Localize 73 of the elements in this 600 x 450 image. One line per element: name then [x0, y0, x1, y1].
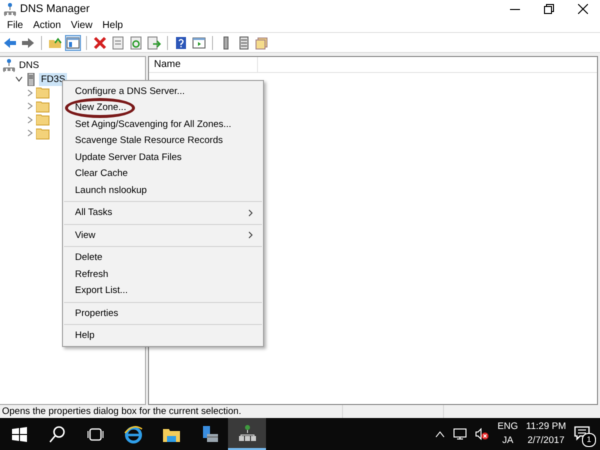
notification-count: 1	[582, 433, 596, 447]
menu-item[interactable]: Launch nslookup	[63, 182, 263, 198]
menu-item[interactable]: Help	[97, 20, 128, 30]
menu-item[interactable]: Properties	[63, 305, 263, 322]
taskbar-button[interactable]	[228, 418, 266, 450]
folder-icon	[48, 36, 62, 50]
toolbar-button[interactable]	[128, 34, 144, 50]
menu-item[interactable]: View	[63, 227, 263, 244]
browser-icon	[124, 424, 142, 444]
dns-icon	[3, 59, 15, 72]
console-icon	[192, 36, 206, 50]
menu-item[interactable]: Action	[28, 20, 66, 30]
collapse-icon[interactable]	[14, 75, 22, 84]
clock[interactable]: 11:29 PM 2/7/2017	[526, 420, 566, 448]
chevron-up-icon[interactable]	[435, 430, 446, 438]
window-title: DNS Manager	[20, 3, 90, 15]
menu-item[interactable]: View	[66, 20, 98, 30]
column-header[interactable]: Name	[149, 57, 258, 72]
server-icon	[25, 72, 37, 86]
list-icon	[237, 36, 251, 50]
toolbar-button[interactable]	[254, 34, 270, 50]
start-icon	[10, 424, 28, 444]
toolbar-button[interactable]	[65, 34, 81, 50]
toolbar-button[interactable]	[191, 34, 207, 50]
network-icon[interactable]	[453, 428, 468, 440]
close-icon[interactable]	[578, 4, 588, 14]
back-arrow-icon	[3, 36, 17, 50]
tree-item[interactable]: DNS	[17, 59, 42, 72]
folder-icon	[36, 100, 50, 113]
menu-item[interactable]: Refresh	[63, 266, 263, 282]
menu-item[interactable]: Help	[63, 328, 263, 344]
notifications-icon[interactable]	[574, 425, 590, 441]
expand-icon[interactable]	[26, 129, 34, 138]
restore-icon[interactable]	[544, 4, 554, 14]
toolbar-button[interactable]	[173, 34, 189, 50]
expand-icon[interactable]	[26, 88, 34, 97]
export-icon	[147, 36, 161, 50]
muted-speaker-icon[interactable]	[475, 428, 490, 440]
folder-icon	[36, 86, 50, 100]
menu-item[interactable]: Delete	[63, 250, 263, 266]
toolbar-button[interactable]	[92, 34, 108, 50]
folders-icon	[255, 36, 269, 50]
search-icon	[48, 424, 66, 444]
chevron-right-icon	[248, 231, 253, 240]
menu-item[interactable]: File	[2, 20, 28, 30]
menu-item[interactable]: Export List...	[63, 282, 263, 299]
forward-arrow-icon	[21, 36, 35, 50]
folder-icon	[36, 113, 50, 126]
refresh-icon	[129, 36, 143, 50]
language-code: ENG	[497, 420, 518, 434]
console-tree-icon	[66, 36, 80, 50]
language-indicator[interactable]: ENG JA	[497, 420, 518, 448]
clock-date: 2/7/2017	[528, 434, 564, 448]
delete-icon	[93, 36, 107, 50]
properties-icon	[111, 36, 125, 50]
expand-icon[interactable]	[26, 116, 34, 124]
menu-item[interactable]: Clear Cache	[63, 166, 263, 182]
menu-item[interactable]: Update Server Data Files	[63, 149, 263, 166]
dns-app-icon	[4, 2, 16, 16]
language-code: JA	[502, 434, 514, 448]
folder-icon	[36, 126, 50, 140]
dns-icon	[238, 424, 256, 442]
toolbar-button[interactable]	[146, 34, 162, 50]
menu-item[interactable]: New Zone...	[63, 100, 263, 116]
menu-item[interactable]: Configure a DNS Server...	[63, 83, 263, 100]
expand-icon[interactable]	[26, 102, 34, 110]
chevron-right-icon	[248, 208, 253, 217]
menu-item[interactable]: All Tasks	[63, 204, 263, 221]
menu-item[interactable]: Set Aging/Scavenging for All Zones...	[63, 116, 263, 132]
toolbar-button[interactable]	[110, 34, 126, 50]
menu-item[interactable]: Scavenge Stale Resource Records	[63, 132, 263, 149]
clock-time: 11:29 PM	[526, 420, 566, 434]
help-icon	[174, 36, 188, 50]
